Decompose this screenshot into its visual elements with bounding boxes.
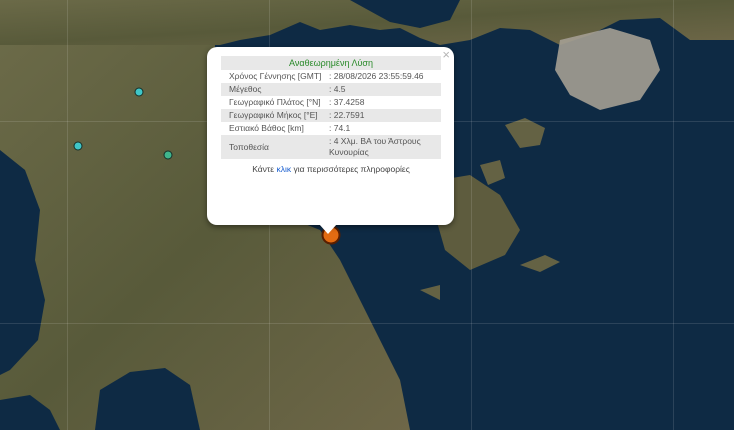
land-island-2 xyxy=(480,160,505,185)
row-value: : 4.5 xyxy=(327,83,441,96)
row-value: : 74.1 xyxy=(329,123,351,133)
grid-line xyxy=(0,323,734,324)
earthquake-details-table: Χρόνος Γέννησης [GMT] : 28/08/2026 23:55… xyxy=(221,70,441,159)
row-label: Χρόνος Γέννησης [GMT] xyxy=(229,71,322,81)
table-row: Εστιακό Βάθος [km] : 74.1 xyxy=(221,122,441,135)
land-islands xyxy=(505,118,545,148)
row-value: : 37.4258 xyxy=(329,97,365,107)
row-value: : 28/08/2026 23:55:59.46 xyxy=(329,71,424,81)
row-label: Γεωγραφικό Μήκος [°E] xyxy=(221,109,327,122)
land-island-3 xyxy=(520,255,560,272)
map-view[interactable]: × Αναθεωρημένη Λύση Χρόνος Γέννησης [GMT… xyxy=(0,0,734,430)
more-info-footer: Κάντε κλικ για περισσότερες πληροφορίες xyxy=(221,164,441,174)
more-info-link[interactable]: κλικ xyxy=(276,164,291,174)
grid-line xyxy=(673,0,674,430)
close-icon[interactable]: × xyxy=(442,48,450,62)
urban-area xyxy=(555,28,660,110)
footer-text-before: Κάντε xyxy=(252,164,277,174)
earthquake-marker[interactable] xyxy=(73,141,83,151)
earthquake-marker[interactable] xyxy=(134,87,144,97)
earthquake-info-popup: × Αναθεωρημένη Λύση Χρόνος Γέννησης [GMT… xyxy=(207,47,454,234)
grid-line xyxy=(67,0,68,430)
earthquake-marker[interactable] xyxy=(163,150,173,160)
popup-title: Αναθεωρημένη Λύση xyxy=(221,56,441,70)
grid-line xyxy=(471,0,472,430)
row-value: : 4 Χλμ. ΒΑ του Άστρους Κυνουρίας xyxy=(327,135,441,159)
row-label: Τοποθεσία xyxy=(221,135,327,159)
row-label: Γεωγραφικό Πλάτος [°N] xyxy=(229,97,321,107)
footer-text-after: για περισσότερες πληροφορίες xyxy=(291,164,410,174)
table-row: Μέγεθος : 4.5 xyxy=(221,83,441,96)
row-label: Εστιακό Βάθος [km] xyxy=(229,123,304,133)
table-row: Γεωγραφικό Μήκος [°E] : 22.7591 xyxy=(221,109,441,122)
table-row: Γεωγραφικό Πλάτος [°N] : 37.4258 xyxy=(221,96,441,109)
popup-pointer xyxy=(319,224,337,234)
land-island-4 xyxy=(420,285,440,300)
row-label: Μέγεθος xyxy=(221,83,327,96)
table-row: Τοποθεσία : 4 Χλμ. ΒΑ του Άστρους Κυνουρ… xyxy=(221,135,441,159)
table-row: Χρόνος Γέννησης [GMT] : 28/08/2026 23:55… xyxy=(221,70,441,83)
row-value: : 22.7591 xyxy=(327,109,441,122)
